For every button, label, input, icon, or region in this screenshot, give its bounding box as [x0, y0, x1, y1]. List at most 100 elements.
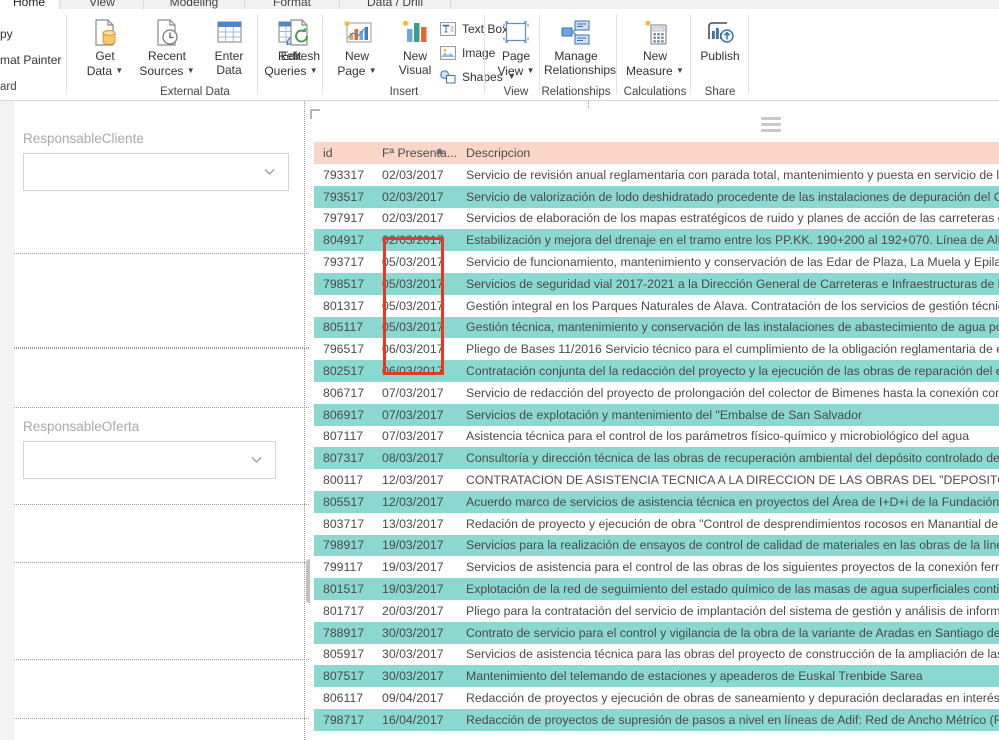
tab-data-drill[interactable]: Data / Drill: [341, 0, 449, 9]
cell-descripcion: Redación de proyecto y ejecución de obra…: [466, 516, 999, 531]
report-page[interactable]: ResponsableCliente ResponsableOferta id …: [14, 101, 999, 740]
table-row[interactable]: 788917 30/03/2017 Contrato de servicio par…: [314, 621, 999, 644]
table-row[interactable]: 793717 05/03/2017 Servicio de funcionamien…: [314, 251, 999, 273]
slicer-dropdown[interactable]: [23, 441, 276, 479]
table-row[interactable]: 801517 19/03/2017 Explotación de la red de…: [314, 578, 999, 600]
cell-id: 798917: [323, 538, 365, 553]
table-row[interactable]: 804917 02/03/2017 Estabilización y mejora …: [314, 229, 999, 252]
table-row[interactable]: 805517 12/03/2017 Acuerdo marco de servici…: [314, 490, 999, 513]
cell-fecha: 07/03/2017: [382, 385, 444, 400]
recent-sources-icon: [136, 16, 198, 50]
slicer-responsable-oferta[interactable]: ResponsableOferta: [14, 419, 284, 499]
get-data-button[interactable]: Get Data ▼: [74, 13, 136, 85]
recent-sources-label-line1: Recent: [147, 49, 187, 63]
visual-selection-corner: [310, 109, 320, 119]
enter-data-button[interactable]: Enter Data: [198, 13, 260, 85]
cell-id: 788917: [323, 625, 365, 640]
new-measure-icon: [624, 16, 686, 50]
table-row[interactable]: 807117 07/03/2017 Asistencia técnica para …: [314, 425, 999, 448]
cell-descripcion: Servicio de valorización de lodo deshidr…: [466, 189, 999, 204]
cell-descripcion: Servicios de elaboración de los mapas es…: [466, 211, 999, 226]
refresh-button[interactable]: Refresh: [262, 13, 336, 85]
cell-descripcion: CONTRATACION DE ASISTENCIA TECNICA A LA …: [466, 473, 999, 488]
table-row[interactable]: 806117 09/04/2017 Redacción de proyectos y…: [314, 687, 999, 709]
cell-id: 799117: [323, 560, 364, 575]
column-header-fecha[interactable]: Fª Presenta...: [380, 146, 458, 160]
column-header-descripcion[interactable]: Descripcion: [458, 146, 999, 160]
table-row[interactable]: 807317 08/03/2017 Consultoría y dirección …: [314, 447, 999, 470]
cell-id: 801717: [323, 603, 365, 618]
cell-fecha: 05/03/2017: [382, 320, 444, 335]
table-row[interactable]: 806917 07/03/2017 Servicios de explotación…: [314, 403, 999, 426]
new-visual-label-line2: Visual: [398, 62, 432, 77]
table-row[interactable]: 793317 02/03/2017 Servicio de revisión anu…: [314, 164, 999, 186]
table-row[interactable]: 797917 02/03/2017 Servicios de elaboración…: [314, 207, 999, 230]
slicer-responsable-cliente[interactable]: ResponsableCliente: [14, 131, 299, 211]
cell-fecha: 19/03/2017: [382, 538, 444, 553]
table-row[interactable]: 803717 13/03/2017 Redación de proyecto y e…: [314, 512, 999, 535]
tab-view[interactable]: View: [62, 0, 142, 9]
new-measure-label-line1: New: [642, 49, 667, 63]
publish-icon: [689, 16, 751, 50]
more-options-icon[interactable]: [761, 115, 783, 133]
cell-id: 806117: [323, 691, 364, 706]
group-divider: [66, 14, 67, 94]
tab-format[interactable]: Format: [246, 0, 338, 9]
enter-data-icon: [198, 16, 260, 50]
table-row[interactable]: 805917 30/03/2017 Servicios de asistencia …: [314, 643, 999, 666]
tab-modeling[interactable]: Modeling: [145, 0, 243, 9]
column-header-id[interactable]: id: [314, 146, 380, 160]
table-row[interactable]: 793517 02/03/2017 Servicio de valorización…: [314, 185, 999, 208]
chevron-down-icon[interactable]: ▼: [187, 66, 195, 75]
cell-id: 801317: [323, 298, 365, 313]
new-measure-label-line2: Measure: [626, 63, 673, 78]
slicer-dropdown[interactable]: [23, 153, 289, 191]
table-grid[interactable]: id Fª Presenta... Descripcion 793317 02/0…: [314, 142, 999, 740]
cell-descripcion: Servicio de funcionamiento, mantenimient…: [466, 255, 999, 270]
get-data-icon: [74, 16, 136, 50]
table-row[interactable]: 798517 05/03/2017 Servicios de seguridad v…: [314, 272, 999, 295]
cell-fecha: 30/03/2017: [382, 669, 444, 684]
table-row[interactable]: 806717 07/03/2017 Servicio de redacción de…: [314, 381, 999, 404]
copy-button[interactable]: py: [0, 27, 13, 41]
cell-fecha: 30/03/2017: [382, 625, 444, 640]
table-rows[interactable]: 793317 02/03/2017 Servicio de revisión anu…: [314, 164, 999, 731]
new-measure-button[interactable]: New Measure ▼: [624, 13, 686, 85]
table-row[interactable]: 801317 05/03/2017 Gestión integral en los …: [314, 294, 999, 317]
table-row[interactable]: 799117 19/03/2017 Servicios de asistencia …: [314, 556, 999, 579]
manage-relationships-button[interactable]: Manage Relationships: [544, 13, 616, 85]
report-canvas[interactable]: ResponsableCliente ResponsableOferta id …: [0, 101, 999, 740]
new-page-label-line1: New: [344, 49, 369, 63]
new-page-button[interactable]: New Page ▼: [326, 13, 388, 85]
tab-home[interactable]: Home: [0, 0, 58, 9]
format-painter-button[interactable]: mat Painter: [0, 53, 61, 67]
chevron-down-icon[interactable]: ▼: [115, 66, 123, 75]
cell-id: 807517: [323, 669, 365, 684]
cell-id: 807117: [323, 429, 364, 444]
cell-id: 802517: [323, 364, 365, 379]
cell-id: 798517: [323, 276, 365, 291]
table-visual[interactable]: id Fª Presenta... Descripcion 793317 02/0…: [310, 109, 999, 740]
table-row[interactable]: 796517 06/03/2017 Pliego de Bases 11/2016 …: [314, 338, 999, 361]
table-row[interactable]: 801717 20/03/2017 Pliego para la contratac…: [314, 599, 999, 622]
publish-button[interactable]: Publish: [689, 13, 751, 85]
cell-fecha: 02/03/2017: [382, 211, 444, 226]
cell-id: 805517: [323, 494, 365, 509]
table-row[interactable]: 807517 30/03/2017 Mantenimiento del telema…: [314, 665, 999, 688]
chevron-down-icon[interactable]: [250, 453, 263, 466]
table-row[interactable]: 800117 12/03/2017 CONTRATACION DE ASISTENC…: [314, 469, 999, 491]
group-divider: [748, 14, 749, 94]
group-divider: [322, 14, 323, 94]
table-row[interactable]: 798717 16/04/2017 Redacción de proyectos d…: [314, 708, 999, 731]
cell-descripcion: Servicio de redacción del proyecto de pr…: [466, 385, 999, 400]
chevron-down-icon[interactable]: [263, 165, 276, 178]
table-row[interactable]: 798917 19/03/2017 Servicios para la realiz…: [314, 534, 999, 557]
new-visual-button[interactable]: New Visual: [384, 13, 446, 85]
sort-ascending-icon[interactable]: [436, 148, 444, 154]
chevron-down-icon[interactable]: ▼: [369, 66, 377, 75]
cell-id: 796517: [323, 342, 365, 357]
chevron-down-icon[interactable]: ▼: [676, 66, 684, 75]
table-row[interactable]: 805117 05/03/2017 Gestión técnica, manteni…: [314, 316, 999, 339]
recent-sources-button[interactable]: Recent Sources ▼: [136, 13, 198, 85]
table-row[interactable]: 802517 06/03/2017 Contratación conjunta de…: [314, 360, 999, 382]
